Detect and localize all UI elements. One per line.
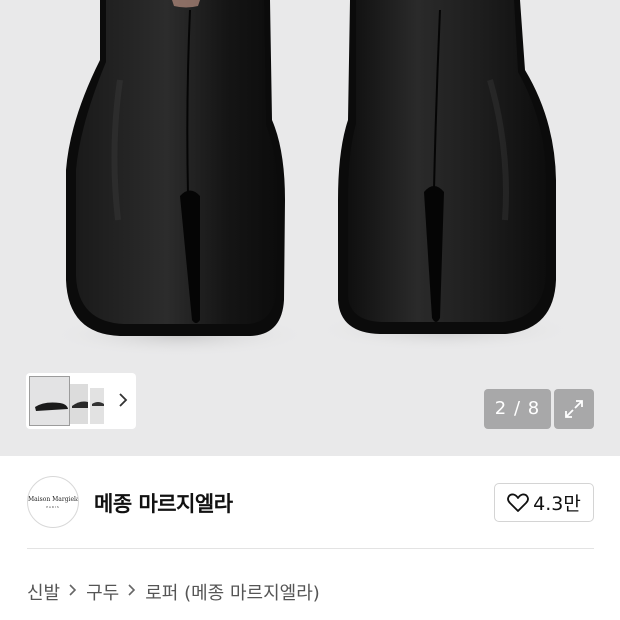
- breadcrumb-item-shoes[interactable]: 신발: [27, 579, 60, 605]
- like-count: 4.3만: [533, 493, 581, 515]
- breadcrumb-item-dress-shoes[interactable]: 구두: [86, 579, 119, 605]
- brand-logo-subtext: PARIS: [46, 505, 60, 509]
- brand-logo-text: Maison Margiela: [28, 496, 79, 503]
- thumbnail-strip: [26, 373, 136, 429]
- chevron-right-icon: [127, 582, 137, 602]
- breadcrumb: 신발 구두 로퍼 (메종 마르지엘라): [27, 578, 320, 606]
- heart-outline-icon: [507, 493, 530, 512]
- product-image-gallery[interactable]: 2 / 8: [0, 0, 620, 456]
- divider: [27, 548, 594, 549]
- thumbnail-preview[interactable]: [70, 376, 110, 426]
- chevron-right-icon[interactable]: [114, 389, 132, 411]
- brand-logo[interactable]: Maison Margiela PARIS: [27, 476, 79, 528]
- chevron-right-icon: [68, 582, 78, 602]
- expand-arrows-icon: [565, 400, 583, 418]
- like-button[interactable]: 4.3만: [494, 483, 594, 522]
- image-counter: 2 / 8: [484, 389, 551, 429]
- brand-row: Maison Margiela PARIS 메종 마르지엘라 4.3만: [0, 456, 620, 548]
- brand-name[interactable]: 메종 마르지엘라: [94, 488, 233, 518]
- thumbnail-selected[interactable]: [29, 376, 70, 426]
- expand-button[interactable]: [554, 389, 594, 429]
- breadcrumb-item-loafer[interactable]: 로퍼 (메종 마르지엘라): [145, 579, 320, 605]
